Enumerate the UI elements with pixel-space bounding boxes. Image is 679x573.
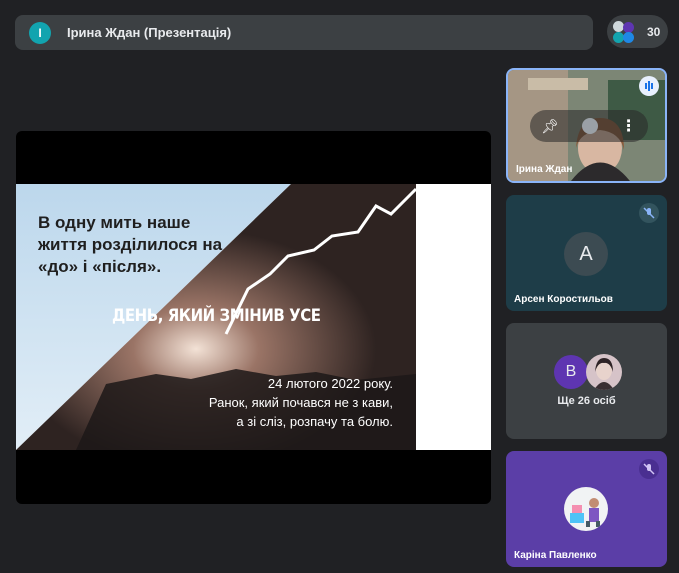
presenter-name: Ірина Ждан (Презентація) <box>67 25 232 40</box>
avatar <box>564 487 608 531</box>
participant-name: Арсен Коростильов <box>514 294 613 305</box>
avatar <box>586 354 622 390</box>
mic-off-icon <box>639 203 659 223</box>
participant-tile-iryna[interactable]: 📌︎ ⋮ Ірина Ждан <box>506 68 667 183</box>
presenter-avatar: І <box>29 21 51 44</box>
speaking-indicator-icon <box>639 76 659 96</box>
presentation-slide: В одну мить наше життя розділилося на «д… <box>16 184 491 450</box>
mute-participant-icon[interactable] <box>581 118 598 134</box>
participant-count: 30 <box>647 24 661 39</box>
avatar: A <box>564 232 608 276</box>
more-options-icon[interactable]: ⋮ <box>621 116 637 136</box>
participant-name: Ірина Ждан <box>516 164 573 175</box>
presentation-stage[interactable]: В одну мить наше життя розділилося на «д… <box>16 131 491 504</box>
slide-headline: ДЕНЬ, ЯКИЙ ЗМІНИВ УСЕ <box>112 306 321 326</box>
quote-line-2: життя розділилося на <box>38 235 223 254</box>
caption-line-1: 24 лютого 2022 року. <box>267 376 393 391</box>
mic-off-icon <box>639 459 659 479</box>
presentation-banner[interactable]: І Ірина Ждан (Презентація) <box>15 15 593 50</box>
tile-controls: 📌︎ ⋮ <box>530 110 648 142</box>
participant-avatars-icon <box>613 20 635 43</box>
pin-icon[interactable]: 📌︎ <box>541 118 559 135</box>
more-participants-label: Ще 26 осіб <box>557 395 616 407</box>
participants-button[interactable]: 30 <box>607 15 668 48</box>
participant-tile-arsen[interactable]: A Арсен Коростильов <box>506 195 667 311</box>
quote-line-3: «до» і «після». <box>38 257 162 276</box>
participant-name: Каріна Павленко <box>514 550 597 561</box>
others-tile[interactable]: B Ще 26 осіб <box>506 323 667 439</box>
caption-line-3: а зі сліз, розпачу та болю. <box>236 414 393 429</box>
caption-line-2: Ранок, який почався не з кави, <box>208 395 393 410</box>
slide-caption: 24 лютого 2022 року. Ранок, який почався… <box>209 374 393 431</box>
avatar: B <box>554 355 588 389</box>
participant-tile-karina[interactable]: Каріна Павленко <box>506 451 667 567</box>
slide-quote: В одну мить наше життя розділилося на «д… <box>38 212 248 278</box>
quote-line-1: В одну мить наше <box>38 213 191 232</box>
